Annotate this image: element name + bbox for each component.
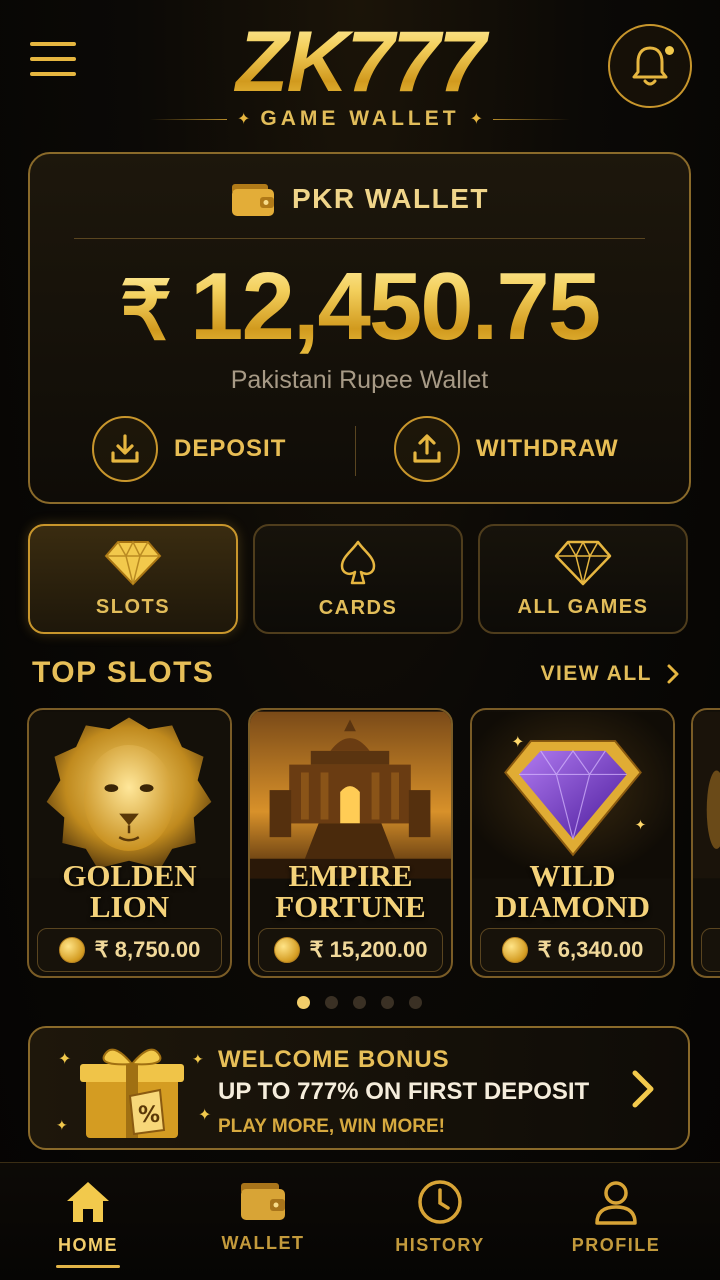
pagination-dot[interactable] bbox=[325, 996, 338, 1009]
spade-icon bbox=[340, 540, 376, 584]
svg-text:✦: ✦ bbox=[58, 1049, 71, 1068]
sparkle-icon: ✦ bbox=[237, 111, 251, 128]
slot-jackpot: ₹ 6,340.00 bbox=[480, 928, 665, 972]
pagination-dot[interactable] bbox=[409, 996, 422, 1009]
nav-history[interactable]: HISTORY bbox=[370, 1179, 510, 1275]
svg-text:✦: ✦ bbox=[56, 1118, 68, 1134]
svg-text:%: % bbox=[138, 1103, 160, 1128]
sparkle-icon: ✦ bbox=[469, 111, 483, 128]
notification-button[interactable] bbox=[608, 24, 692, 108]
wallet-divider bbox=[74, 238, 645, 239]
slot-jackpot: ₹ 15,200.00 bbox=[258, 928, 443, 972]
view-all-label: VIEW ALL bbox=[540, 662, 652, 685]
clock-icon bbox=[418, 1180, 462, 1224]
nav-wallet[interactable]: WALLET bbox=[193, 1179, 333, 1275]
upload-icon bbox=[394, 416, 460, 482]
slot-title: WILD DIAMOND bbox=[495, 858, 650, 924]
svg-text:✦: ✦ bbox=[635, 817, 647, 833]
slot-title: GOLDEN LION bbox=[62, 858, 197, 924]
nav-label: WALLET bbox=[221, 1233, 305, 1253]
wallet-header: PKR WALLET bbox=[30, 180, 689, 218]
app-header: ZK777 ✦ GAME WALLET ✦ bbox=[0, 0, 720, 140]
nav-label: HISTORY bbox=[395, 1235, 485, 1255]
bottom-navigation: HOME WALLET HISTORY PROFILE bbox=[0, 1162, 720, 1280]
nav-home[interactable]: HOME bbox=[18, 1179, 158, 1275]
coin-stack-icon bbox=[58, 937, 85, 963]
tab-label: CARDS bbox=[318, 596, 398, 619]
subtitle-row: ✦ GAME WALLET ✦ bbox=[150, 104, 570, 134]
slot-title: EMPIRE FORTUNE bbox=[275, 858, 426, 924]
slot-card-wild-diamond[interactable]: ✦ ✦ WILD DIAMOND ₹ 6,340.00 bbox=[470, 708, 675, 978]
bell-icon bbox=[632, 46, 668, 86]
section-title: TOP SLOTS bbox=[32, 656, 215, 689]
action-separator bbox=[355, 426, 356, 476]
top-slots-carousel: GOLDEN LION ₹ 8,750.00 EMPIRE FORTUNE ₹ … bbox=[0, 708, 720, 978]
svg-text:✦: ✦ bbox=[511, 732, 524, 751]
tab-cards[interactable]: CARDS bbox=[253, 524, 463, 634]
category-tabs: SLOTS CARDS ALL GAMES bbox=[28, 524, 688, 634]
currency-symbol: ₹ bbox=[119, 266, 173, 357]
nav-profile[interactable]: PROFILE bbox=[546, 1179, 686, 1275]
balance-amount: 12,450.75 bbox=[190, 253, 601, 360]
bonus-tagline: PLAY MORE, WIN MORE! bbox=[218, 1116, 445, 1137]
slot-card-partial[interactable] bbox=[691, 708, 720, 978]
slot-card-golden-lion[interactable]: GOLDEN LION ₹ 8,750.00 bbox=[27, 708, 232, 978]
user-icon bbox=[595, 1181, 637, 1225]
wallet-title: PKR WALLET bbox=[292, 183, 489, 214]
diamond-icon bbox=[104, 539, 162, 585]
slot-card-empire-fortune[interactable]: EMPIRE FORTUNE ₹ 15,200.00 bbox=[248, 708, 453, 978]
chevron-right-icon bbox=[632, 1070, 654, 1108]
diamond-outline-icon bbox=[554, 539, 612, 585]
app-subtitle: GAME WALLET bbox=[260, 107, 460, 130]
nav-label: PROFILE bbox=[571, 1235, 661, 1255]
wallet-description: Pakistani Rupee Wallet bbox=[230, 366, 489, 394]
tab-slots[interactable]: SLOTS bbox=[28, 524, 238, 634]
home-icon bbox=[67, 1182, 109, 1222]
withdraw-button[interactable]: WITHDRAW bbox=[394, 416, 619, 482]
nav-label: HOME bbox=[58, 1235, 118, 1255]
coin-icon bbox=[501, 937, 528, 963]
slot-jackpot: ₹ 8,750.00 bbox=[37, 928, 222, 972]
balance-display: ₹ 12,450.75 bbox=[30, 252, 689, 362]
wallet-icon bbox=[232, 184, 274, 216]
wallet-card: PKR WALLET ₹ 12,450.75 Pakistani Rupee W… bbox=[28, 152, 691, 504]
svg-text:✦: ✦ bbox=[192, 1052, 204, 1068]
deposit-button[interactable]: DEPOSIT bbox=[92, 416, 286, 482]
slot-artwork bbox=[693, 711, 720, 879]
withdraw-label: WITHDRAW bbox=[476, 435, 619, 462]
chevron-right-icon bbox=[667, 664, 679, 684]
slot-amount: ₹ 6,340.00 bbox=[537, 937, 644, 962]
tab-all-games[interactable]: ALL GAMES bbox=[478, 524, 688, 634]
svg-text:✦: ✦ bbox=[198, 1105, 211, 1124]
notification-dot bbox=[665, 46, 674, 55]
pagination-dot[interactable] bbox=[381, 996, 394, 1009]
slot-amount: ₹ 8,750.00 bbox=[94, 937, 201, 962]
wallet-icon bbox=[241, 1183, 285, 1220]
slot-jackpot bbox=[701, 928, 720, 972]
tab-label: ALL GAMES bbox=[517, 595, 649, 618]
pagination-dot[interactable] bbox=[297, 996, 310, 1009]
gift-icon: ✦ ✦ ✦ ✦ % bbox=[56, 1048, 211, 1138]
bonus-offer: UP TO 777% ON FIRST DEPOSIT bbox=[218, 1078, 590, 1105]
welcome-bonus-banner[interactable]: ✦ ✦ ✦ ✦ % WELCOME BONUS UP TO 777% ON FI… bbox=[28, 1026, 690, 1150]
active-nav-indicator bbox=[56, 1265, 120, 1268]
slot-amount: ₹ 15,200.00 bbox=[309, 937, 428, 962]
carousel-pagination bbox=[297, 996, 422, 1009]
download-icon bbox=[92, 416, 158, 482]
bonus-title: WELCOME BONUS bbox=[218, 1046, 450, 1073]
deposit-label: DEPOSIT bbox=[174, 435, 287, 462]
temple-artwork bbox=[250, 711, 451, 879]
pagination-dot[interactable] bbox=[353, 996, 366, 1009]
tab-label: SLOTS bbox=[95, 595, 171, 618]
lion-artwork bbox=[29, 711, 230, 879]
coin-icon bbox=[273, 937, 300, 963]
view-all-link[interactable]: VIEW ALL bbox=[540, 662, 680, 686]
gem-artwork: ✦ ✦ bbox=[472, 711, 673, 879]
